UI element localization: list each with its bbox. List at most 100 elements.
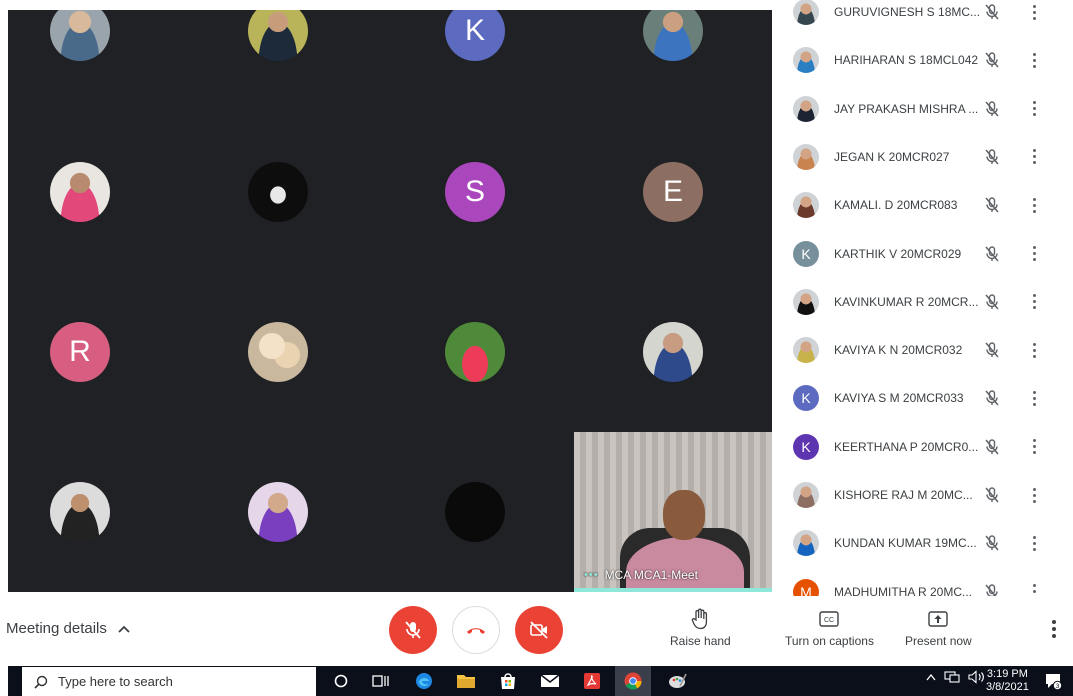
edge-icon[interactable] <box>413 670 435 692</box>
participant-name: KAVIYA S M 20MCR033 <box>834 391 964 406</box>
participant-photo-tile[interactable] <box>50 162 110 222</box>
svg-text:CC: CC <box>824 617 834 624</box>
mic-muted-icon <box>982 99 1002 119</box>
clock[interactable]: 3:19 PM 3/8/2021 <box>986 668 1029 694</box>
participant-photo-tile[interactable] <box>445 322 505 382</box>
volume-icon[interactable] <box>968 670 986 684</box>
participant-tile[interactable]: E <box>643 162 703 222</box>
participant-tile[interactable]: S <box>445 162 505 222</box>
present-now-button[interactable]: Present now <box>905 608 972 648</box>
participant-row[interactable]: K KEERTHANA P 20MCR0... <box>772 423 1073 471</box>
avatar-initial: K <box>801 390 811 407</box>
more-vert-icon[interactable] <box>1026 533 1042 553</box>
mail-icon[interactable] <box>539 670 561 692</box>
participant-name: KAMALI. D 20MCR083 <box>834 198 958 213</box>
participant-row[interactable]: KAVINKUMAR R 20MCR... <box>772 278 1073 326</box>
more-vert-icon[interactable] <box>1026 388 1042 408</box>
participant-avatar: K <box>793 385 819 412</box>
participant-photo-tile[interactable] <box>643 10 703 61</box>
participant-name: GURUVIGNESH S 18MC... <box>834 5 981 19</box>
participant-avatar <box>793 143 819 170</box>
more-vert-icon[interactable] <box>1026 244 1042 264</box>
participant-photo-tile[interactable] <box>50 10 110 61</box>
search-icon <box>34 675 48 689</box>
acrobat-icon[interactable] <box>581 670 603 692</box>
chrome-icon[interactable] <box>622 670 644 692</box>
more-vert-icon[interactable] <box>1026 292 1042 312</box>
paint-icon[interactable] <box>666 670 688 692</box>
participant-name: JAY PRAKASH MISHRA ... <box>834 101 979 116</box>
participant-row[interactable]: K KARTHIK V 20MCR029 <box>772 230 1073 278</box>
participant-avatar <box>793 192 819 219</box>
more-vert-icon[interactable] <box>1026 437 1042 457</box>
participant-name: HARIHARAN S 18MCL042 <box>834 53 979 68</box>
raise-hand-button[interactable]: Raise hand <box>670 608 731 648</box>
participant-avatar <box>793 530 819 557</box>
file-explorer-icon[interactable] <box>455 670 477 692</box>
mic-muted-icon <box>982 388 1002 408</box>
participant-avatar: K <box>793 240 819 267</box>
avatar-initial: K <box>801 438 811 455</box>
more-vert-icon[interactable] <box>1026 147 1042 167</box>
participant-row[interactable]: JAY PRAKASH MISHRA ... <box>772 85 1073 133</box>
camera-off-button[interactable] <box>515 606 563 654</box>
meeting-details-button[interactable]: Meeting details <box>6 620 131 637</box>
system-tray <box>926 670 986 684</box>
presenter-tile[interactable]: ••• MCA MCA1-Meet <box>574 432 772 592</box>
clock-date: 3/8/2021 <box>986 681 1029 693</box>
participant-row[interactable]: HARIHARAN S 18MCL042 <box>772 36 1073 84</box>
mic-off-button[interactable] <box>389 606 437 654</box>
participant-tile[interactable]: K <box>445 10 505 61</box>
participant-avatar: K <box>793 433 819 460</box>
participant-row[interactable]: KAMALI. D 20MCR083 <box>772 181 1073 229</box>
more-vert-icon[interactable] <box>1026 195 1042 215</box>
avatar-initial: M <box>800 583 812 596</box>
participant-photo-tile[interactable] <box>248 322 308 382</box>
participant-row[interactable]: GURUVIGNESH S 18MC... <box>772 0 1073 36</box>
participant-photo-tile[interactable] <box>248 162 308 222</box>
tile-initial: E <box>662 175 683 208</box>
network-icon[interactable] <box>944 670 960 684</box>
more-vert-icon[interactable] <box>1026 2 1042 22</box>
participant-name: KAVINKUMAR R 20MCR... <box>834 294 979 309</box>
mic-muted-icon <box>982 2 1002 22</box>
participant-row[interactable]: KISHORE RAJ M 20MC... <box>772 471 1073 519</box>
cortana-icon[interactable] <box>330 670 352 692</box>
participant-row[interactable]: JEGAN K 20MCR027 <box>772 133 1073 181</box>
participant-row[interactable]: KUNDAN KUMAR 19MC... <box>772 519 1073 567</box>
raise-hand-label: Raise hand <box>670 634 731 648</box>
participant-row[interactable]: K KAVIYA S M 20MCR033 <box>772 374 1073 422</box>
more-vert-icon[interactable] <box>1026 99 1042 119</box>
more-vert-icon[interactable] <box>1026 582 1042 596</box>
participant-row[interactable]: M MADHUMITHA R 20MC... <box>772 568 1073 596</box>
participant-photo-tile[interactable] <box>643 322 703 382</box>
participant-tile[interactable]: R <box>50 322 110 382</box>
participant-photo-tile[interactable] <box>248 10 308 61</box>
participant-photo-tile[interactable] <box>248 482 308 542</box>
more-vert-icon[interactable] <box>1026 485 1042 505</box>
participant-photo-tile[interactable] <box>50 482 110 542</box>
participant-name: KEERTHANA P 20MCR0... <box>834 439 979 454</box>
participant-avatar: M <box>793 578 819 596</box>
action-center-icon[interactable]: 3 <box>1044 672 1063 691</box>
participant-name: MADHUMITHA R 20MC... <box>834 584 973 596</box>
store-icon[interactable] <box>497 670 519 692</box>
show-hidden-icons-icon[interactable] <box>926 673 936 681</box>
avatar-initial: K <box>801 245 811 262</box>
more-vert-icon[interactable] <box>1026 340 1042 360</box>
participant-tile[interactable] <box>445 482 505 542</box>
more-options-icon[interactable] <box>1046 620 1062 640</box>
participant-row[interactable]: KAVIYA K N 20MCR032 <box>772 326 1073 374</box>
captions-button[interactable]: CC Turn on captions <box>785 608 874 648</box>
captions-label: Turn on captions <box>785 634 874 648</box>
participant-list[interactable]: GURUVIGNESH S 18MC... HARIHARAN S 18MCL04… <box>772 0 1073 596</box>
task-view-icon[interactable] <box>370 670 392 692</box>
mic-muted-icon <box>982 195 1002 215</box>
mic-muted-icon <box>982 340 1002 360</box>
taskbar-search-box[interactable]: Type here to search <box>22 667 316 696</box>
more-vert-icon[interactable] <box>1026 50 1042 70</box>
presenter-speaking-bar <box>574 588 772 592</box>
tile-initial: S <box>464 175 485 208</box>
leave-call-button[interactable] <box>452 606 500 654</box>
audio-indicator-icon: ••• <box>584 569 599 581</box>
